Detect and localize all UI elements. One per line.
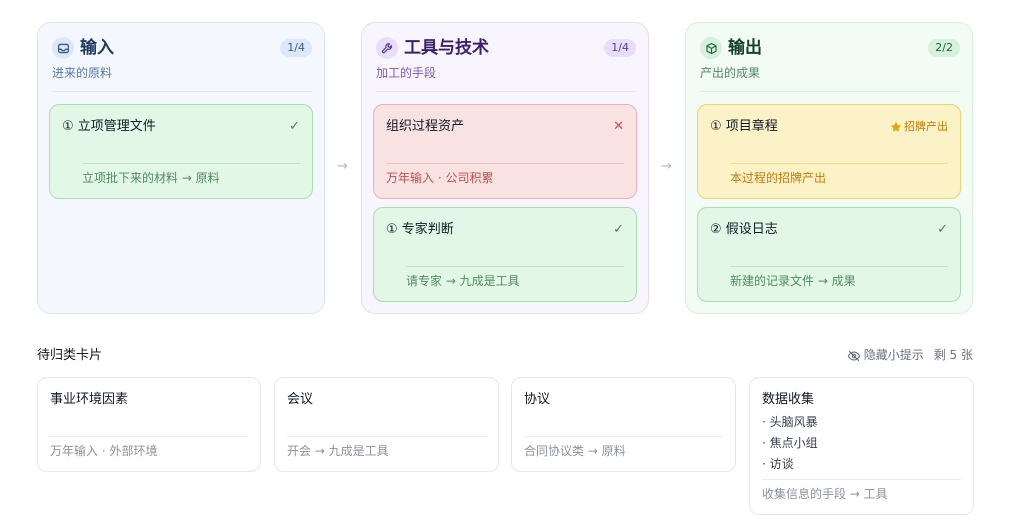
- column-tools[interactable]: 工具与技术 1/4 加工的手段 组织过程资产 ✕ 万年输入 · 公司积累 ① 专…: [361, 22, 649, 314]
- placed-card[interactable]: ① 专家判断 ✓ 请专家 → 九成是工具: [373, 207, 637, 302]
- pending-toolbar: 隐藏小提示 剩 5 张: [847, 347, 973, 364]
- card-title: ① 专家判断: [386, 222, 454, 237]
- pending-card[interactable]: 数据收集 · 头脑风暴 · 焦点小组 · 访谈 收集信息的手段 → 工具: [749, 377, 974, 515]
- divider: [52, 91, 312, 92]
- bullet-list: · 头脑风暴 · 焦点小组 · 访谈: [762, 412, 818, 475]
- check-icon: ✓: [289, 119, 300, 134]
- wrench-icon: [376, 37, 398, 59]
- card-title: 会议: [287, 392, 314, 407]
- card-hint: 新建的记录文件 → 成果: [730, 274, 856, 288]
- card-title: ① 立项管理文件: [62, 119, 156, 134]
- card-hint: 万年输入 · 外部环境: [50, 444, 158, 458]
- card-hint: 立项批下来的材料 → 原料: [82, 171, 220, 185]
- placed-card[interactable]: ② 假设日志 ✓ 新建的记录文件 → 成果: [697, 207, 961, 302]
- signature-badge: 招牌产出: [890, 118, 948, 135]
- card-title: 数据收集: [762, 392, 815, 407]
- card-title: 协议: [524, 392, 551, 407]
- arrow-right-icon: →: [661, 159, 672, 174]
- column-title: 输入: [80, 38, 114, 58]
- check-icon: ✓: [937, 222, 948, 237]
- check-icon: ✓: [613, 222, 624, 237]
- column-subtitle: 产出的成果: [700, 66, 761, 80]
- card-hint: 请专家 → 九成是工具: [406, 274, 520, 288]
- bullet-item: · 头脑风暴: [762, 415, 818, 429]
- inbox-icon: [52, 37, 74, 59]
- card-title: 事业环境因素: [50, 392, 129, 407]
- card-hint: 万年输入 · 公司积累: [386, 171, 494, 185]
- bullet-item: · 访谈: [762, 457, 794, 471]
- hide-hints-button[interactable]: 隐藏小提示: [847, 347, 924, 364]
- pending-section-title: 待归类卡片: [37, 348, 103, 363]
- card-hint: 本过程的招牌产出: [730, 171, 827, 185]
- column-subtitle: 加工的手段: [376, 66, 437, 80]
- divider: [524, 436, 723, 437]
- card-title: ② 假设日志: [710, 222, 778, 237]
- column-output[interactable]: 输出 2/2 产出的成果 ① 项目章程 招牌产出 本过程的招牌产出 ② 假设日志…: [685, 22, 973, 314]
- card-hint: 合同协议类 → 原料: [524, 444, 626, 458]
- column-header: 输入 1/4: [52, 37, 312, 59]
- card-hint: 开会 → 九成是工具: [287, 444, 389, 458]
- pending-card[interactable]: 事业环境因素 万年输入 · 外部环境: [37, 377, 261, 472]
- divider: [406, 266, 624, 267]
- divider: [386, 163, 624, 164]
- divider: [82, 163, 300, 164]
- column-input[interactable]: 输入 1/4 进来的原料 ① 立项管理文件 ✓ 立项批下来的材料 → 原料: [37, 22, 325, 314]
- column-count-badge: 1/4: [604, 39, 636, 57]
- divider: [376, 91, 636, 92]
- placed-card[interactable]: ① 项目章程 招牌产出 本过程的招牌产出: [697, 104, 961, 199]
- divider: [50, 436, 248, 437]
- pending-card[interactable]: 协议 合同协议类 → 原料: [511, 377, 736, 472]
- column-title: 工具与技术: [404, 38, 489, 58]
- column-header: 工具与技术 1/4: [376, 37, 636, 59]
- column-count-badge: 2/2: [928, 39, 960, 57]
- divider: [700, 91, 960, 92]
- column-subtitle: 进来的原料: [52, 66, 113, 80]
- divider: [730, 266, 948, 267]
- arrow-right-icon: →: [337, 159, 348, 174]
- card-title: 组织过程资产: [386, 119, 465, 134]
- placed-card[interactable]: ① 立项管理文件 ✓ 立项批下来的材料 → 原料: [49, 104, 313, 199]
- star-icon: [890, 121, 902, 132]
- divider: [762, 479, 961, 480]
- card-title: ① 项目章程: [710, 119, 778, 134]
- card-hint: 收集信息的手段 → 工具: [762, 487, 888, 501]
- column-title: 输出: [728, 38, 762, 58]
- pending-card[interactable]: 会议 开会 → 九成是工具: [274, 377, 499, 472]
- eye-off-icon: [847, 350, 861, 361]
- box-icon: [700, 37, 722, 59]
- bullet-item: · 焦点小组: [762, 436, 818, 450]
- hide-hints-label: 隐藏小提示: [863, 348, 924, 362]
- divider: [287, 436, 486, 437]
- cross-icon: ✕: [613, 119, 624, 134]
- column-count-badge: 1/4: [280, 39, 312, 57]
- placed-card[interactable]: 组织过程资产 ✕ 万年输入 · 公司积累: [373, 104, 637, 199]
- remaining-count: 剩 5 张: [933, 348, 973, 362]
- signature-label: 招牌产出: [904, 120, 948, 133]
- divider: [730, 163, 948, 164]
- column-header: 输出 2/2: [700, 37, 960, 59]
